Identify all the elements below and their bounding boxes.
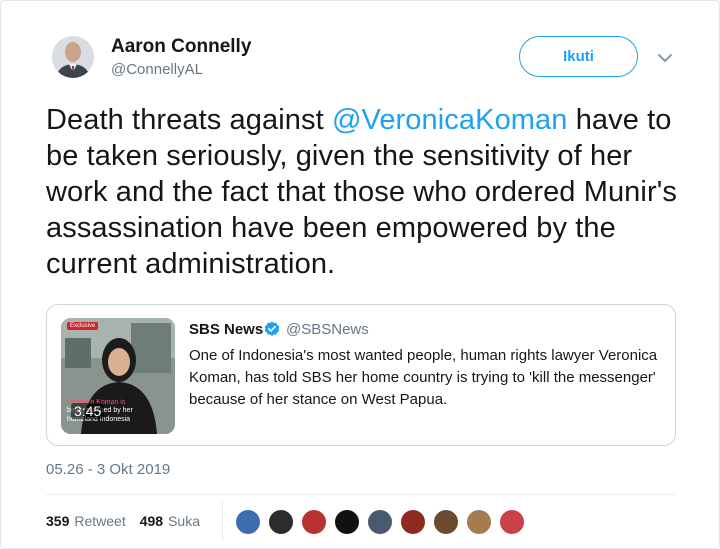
stats-divider bbox=[46, 494, 676, 495]
tweet-mention-link[interactable]: @VeronicaKoman bbox=[332, 104, 568, 136]
chevron-down-icon[interactable] bbox=[656, 51, 674, 65]
video-duration: 3:45 bbox=[71, 403, 105, 419]
quoted-tweet[interactable]: Exclusive Veronica Koman is being pursue… bbox=[46, 304, 676, 446]
quoted-author-handle[interactable]: @SBSNews bbox=[286, 321, 369, 338]
liker-avatar[interactable] bbox=[268, 509, 294, 535]
tweet-text: Death threats against @VeronicaKoman hav… bbox=[46, 102, 696, 282]
liker-avatars bbox=[235, 509, 532, 535]
liker-avatar[interactable] bbox=[499, 509, 525, 535]
stats-vertical-divider bbox=[222, 501, 223, 541]
author-avatar[interactable] bbox=[52, 36, 94, 78]
quoted-tweet-text: One of Indonesia's most wanted people, h… bbox=[189, 347, 658, 408]
liker-avatar[interactable] bbox=[301, 509, 327, 535]
liker-avatar[interactable] bbox=[400, 509, 426, 535]
liker-avatar[interactable] bbox=[466, 509, 492, 535]
tweet-timestamp[interactable]: 05.26 - 3 Okt 2019 bbox=[46, 461, 170, 478]
liker-avatar[interactable] bbox=[235, 509, 261, 535]
tweet-card: Aaron Connelly @ConnellyAL Ikuti Death t… bbox=[0, 0, 720, 549]
follow-button[interactable]: Ikuti bbox=[519, 36, 638, 77]
like-label: Suka bbox=[168, 513, 200, 529]
retweet-stat[interactable]: 359 Retweet bbox=[46, 513, 126, 529]
retweet-label: Retweet bbox=[74, 513, 126, 529]
liker-avatar[interactable] bbox=[433, 509, 459, 535]
tweet-text-before: Death threats against bbox=[46, 104, 332, 136]
verified-badge-icon bbox=[264, 321, 280, 337]
author-handle[interactable]: @ConnellyAL bbox=[111, 61, 203, 78]
quoted-video-thumbnail[interactable]: Exclusive Veronica Koman is being pursue… bbox=[61, 318, 175, 434]
exclusive-badge: Exclusive bbox=[67, 322, 99, 330]
like-stat[interactable]: 498 Suka bbox=[140, 513, 200, 529]
author-name[interactable]: Aaron Connelly bbox=[111, 36, 251, 58]
quoted-author-name[interactable]: SBS News bbox=[189, 321, 263, 338]
like-count: 498 bbox=[139, 513, 164, 529]
liker-avatar[interactable] bbox=[334, 509, 360, 535]
author-avatar-image bbox=[52, 36, 94, 78]
retweet-count: 359 bbox=[46, 513, 70, 529]
tweet-stats: 359 Retweet 498 Suka bbox=[46, 513, 214, 529]
liker-avatar[interactable] bbox=[367, 509, 393, 535]
